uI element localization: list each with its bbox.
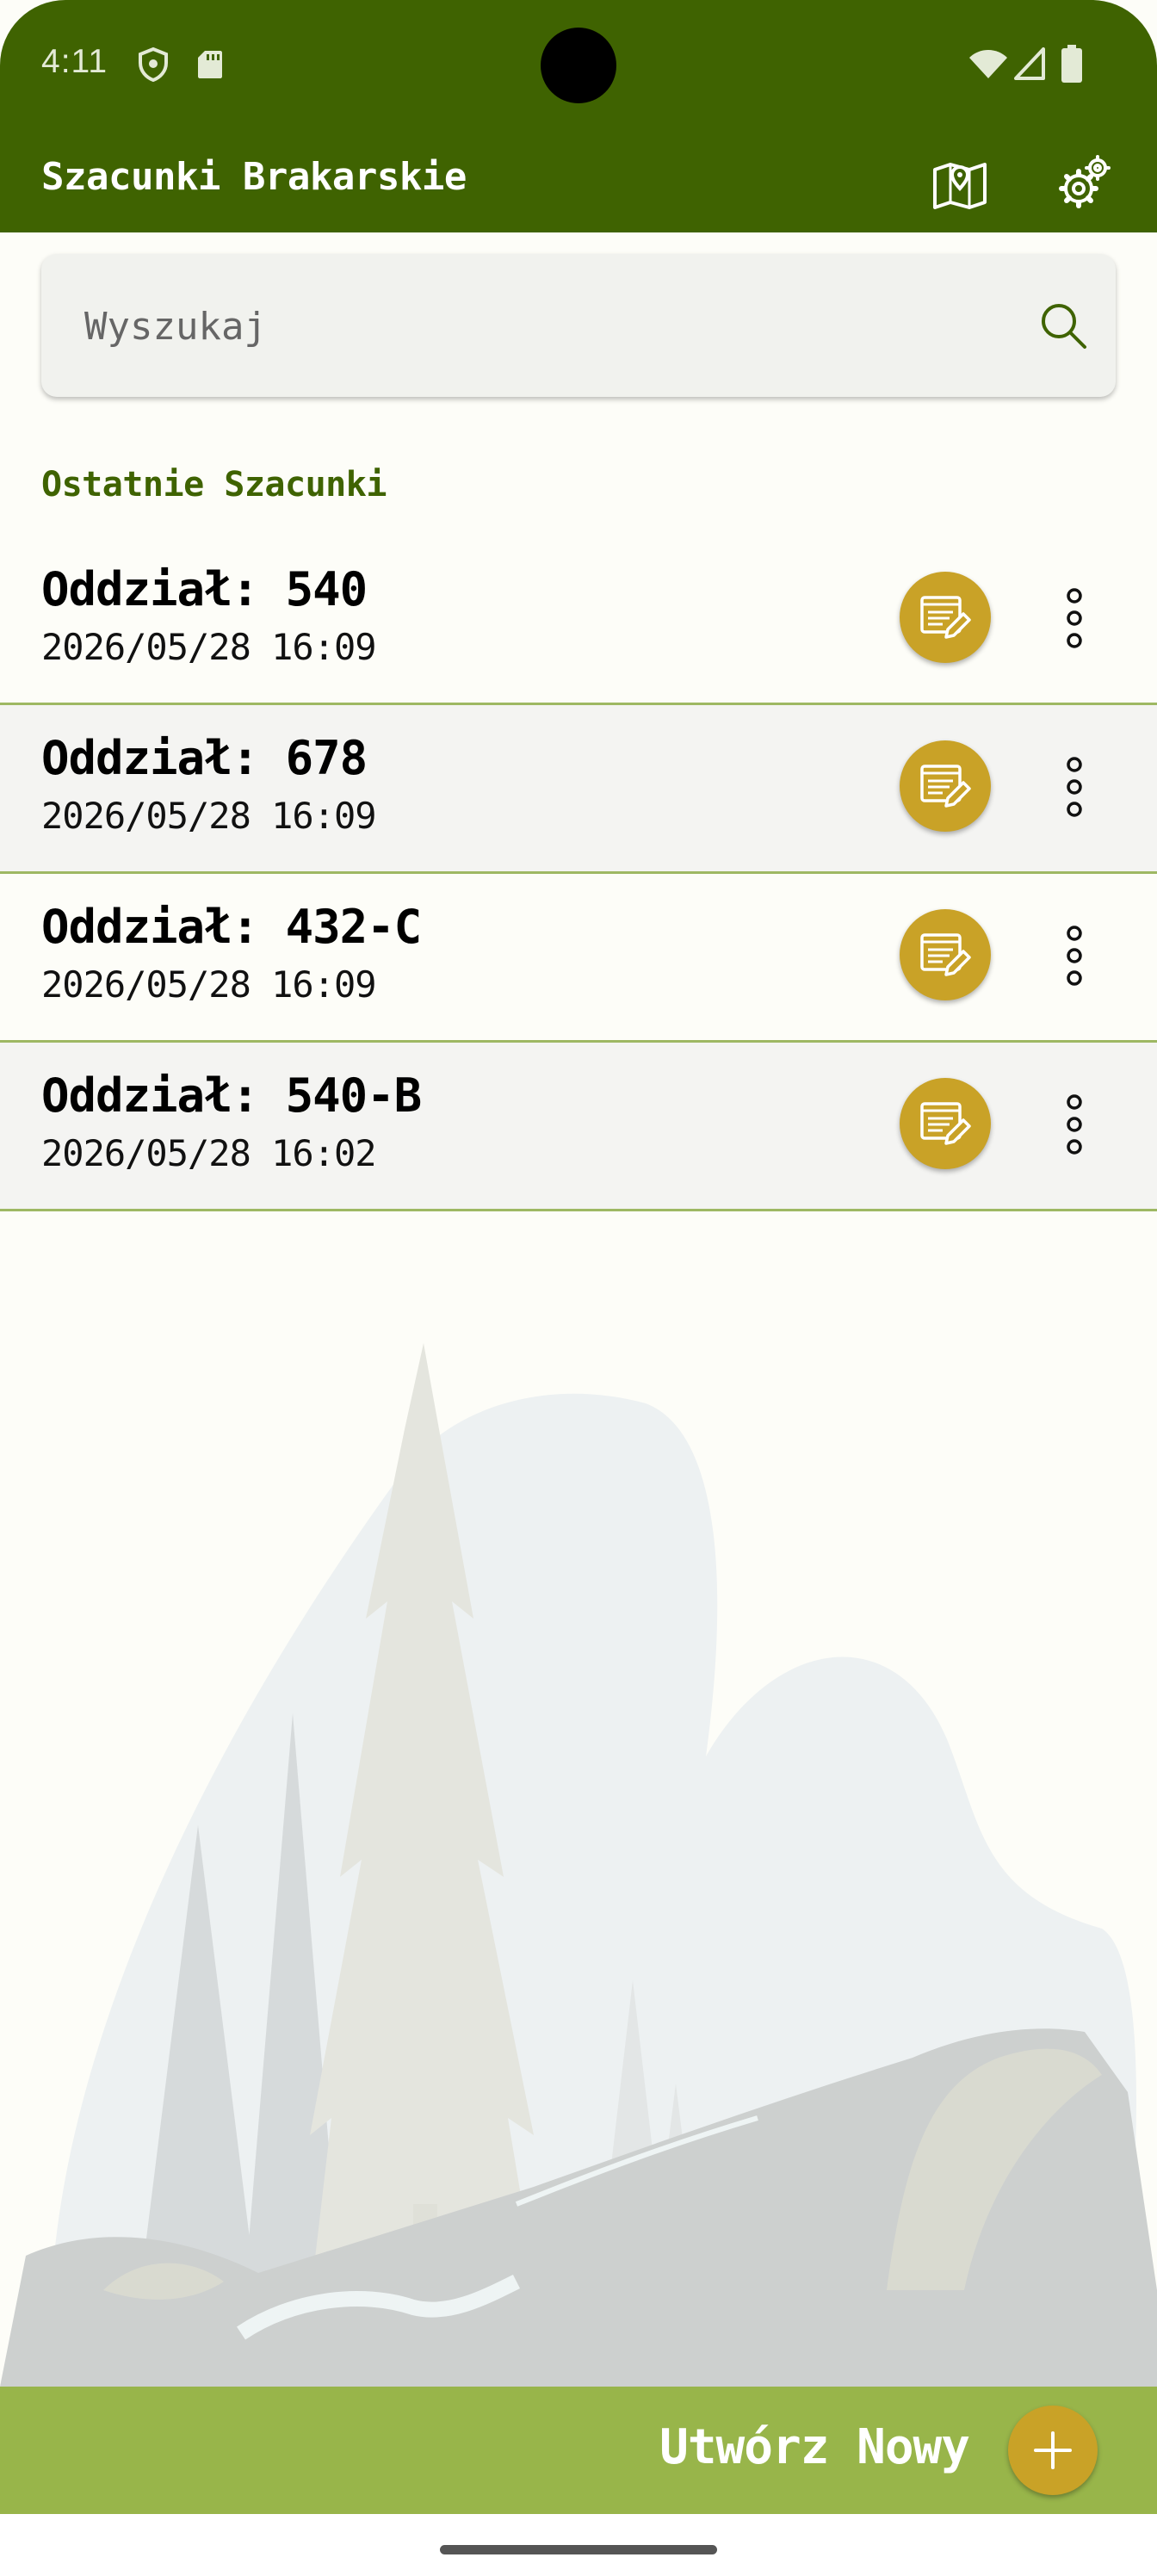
list-item[interactable]: Oddział: 432-C 2026/05/28 16:09 <box>0 874 1157 1043</box>
edit-note-icon <box>920 1102 971 1145</box>
bottom-action-bar: Utwórz Nowy <box>0 2387 1157 2514</box>
item-date: 2026/05/28 16:09 <box>41 795 377 837</box>
more-vert-icon <box>1067 757 1082 817</box>
forest-illustration <box>0 1343 1157 2387</box>
search-input[interactable] <box>83 254 990 399</box>
list-item[interactable]: Oddział: 540-B 2026/05/28 16:02 <box>0 1043 1157 1211</box>
edit-button[interactable] <box>900 572 991 663</box>
settings-button[interactable] <box>1046 144 1123 221</box>
map-button[interactable] <box>921 144 999 221</box>
top-app-bar: 4:11 Szacunki Brakarskie <box>0 0 1157 232</box>
more-vert-icon <box>1067 1094 1082 1155</box>
app-title: Szacunki Brakarskie <box>41 155 467 199</box>
more-vert-icon <box>1067 926 1082 986</box>
status-time: 4:11 <box>41 43 108 80</box>
map-icon <box>933 163 987 209</box>
plus-icon <box>1034 2431 1072 2469</box>
item-title: Oddział: 432-C <box>41 900 422 954</box>
more-vert-icon <box>1067 588 1082 648</box>
item-date: 2026/05/28 16:09 <box>41 626 377 668</box>
edit-button[interactable] <box>900 1078 991 1169</box>
system-navigation-bar <box>0 2514 1157 2576</box>
sd-card-icon <box>196 49 224 84</box>
search-icon <box>1042 304 1086 349</box>
item-title: Oddział: 540 <box>41 562 368 616</box>
list-item[interactable]: Oddział: 540 2026/05/28 16:09 <box>0 536 1157 705</box>
create-new-button[interactable] <box>1008 2406 1098 2495</box>
edit-note-icon <box>920 933 971 976</box>
more-options-button[interactable] <box>1036 914 1113 997</box>
edit-button[interactable] <box>900 740 991 832</box>
item-date: 2026/05/28 16:02 <box>41 1132 377 1174</box>
item-title: Oddział: 540-B <box>41 1068 422 1123</box>
item-date: 2026/05/28 16:09 <box>41 963 377 1006</box>
create-new-label[interactable]: Utwórz Nowy <box>659 2419 970 2475</box>
more-options-button[interactable] <box>1036 1083 1113 1166</box>
more-options-button[interactable] <box>1036 577 1113 659</box>
edit-button[interactable] <box>900 909 991 1000</box>
camera-cutout <box>541 28 616 103</box>
item-title: Oddział: 678 <box>41 731 368 785</box>
signal-icon <box>1014 47 1045 84</box>
search-button[interactable] <box>1024 287 1102 364</box>
edit-note-icon <box>920 765 971 808</box>
wifi-icon <box>968 47 1009 84</box>
list-item[interactable]: Oddział: 678 2026/05/28 16:09 <box>0 705 1157 874</box>
settings-icon <box>1059 155 1111 208</box>
more-options-button[interactable] <box>1036 746 1113 828</box>
section-title: Ostatnie Szacunki <box>41 465 387 505</box>
shield-icon <box>138 46 169 85</box>
edit-note-icon <box>920 596 971 639</box>
estimates-list: Oddział: 540 2026/05/28 16:09 Oddział: 6… <box>0 536 1157 1211</box>
search-bar <box>41 254 1116 399</box>
home-indicator[interactable] <box>440 2545 717 2554</box>
battery-icon <box>1061 45 1083 86</box>
